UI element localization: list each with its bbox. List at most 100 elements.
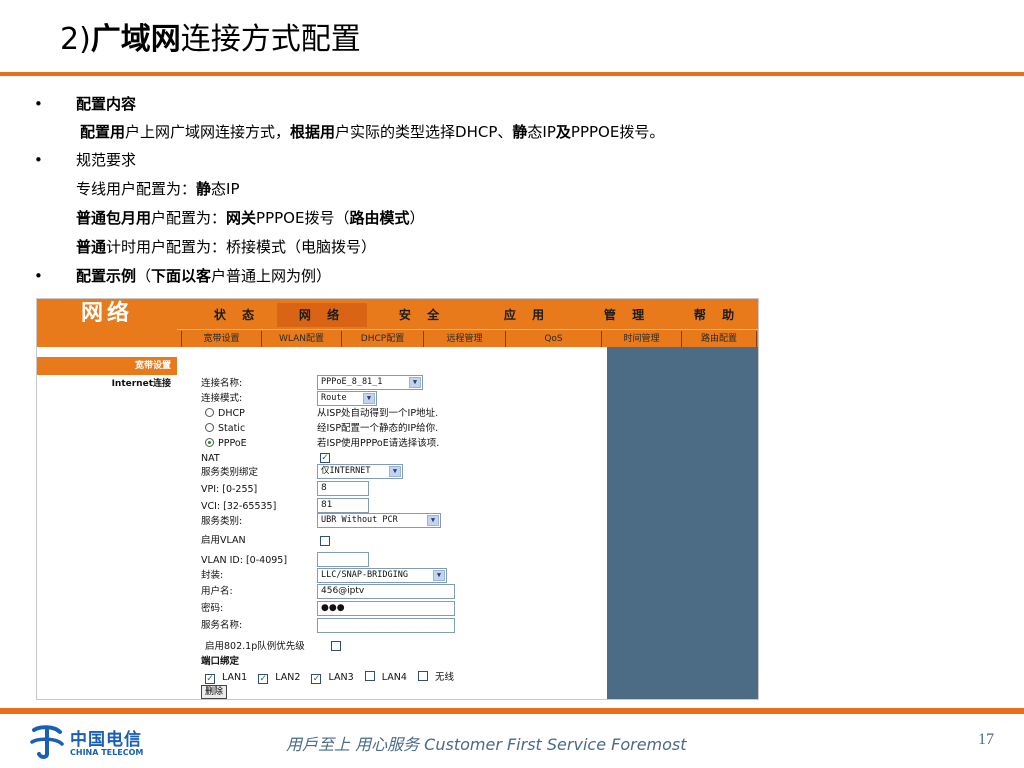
conn-name-label: 连接名称: bbox=[201, 378, 243, 389]
tab-management[interactable]: 管 理 bbox=[582, 303, 672, 327]
left-menu-internet[interactable]: Internet连接 bbox=[37, 377, 177, 391]
service-name-label: 服务名称: bbox=[201, 620, 243, 631]
lan1-label: LAN1 bbox=[222, 672, 248, 683]
tab-application[interactable]: 应 用 bbox=[482, 303, 572, 327]
subtab-wlan[interactable]: WLAN配置 bbox=[261, 331, 341, 347]
bullet-label-example: 配置示例（下面以客户普通上网为例） bbox=[76, 264, 331, 288]
select-value: UBR Without PCR bbox=[321, 515, 398, 525]
wireless-label: 无线 bbox=[434, 672, 454, 683]
static-option[interactable]: Static bbox=[205, 422, 245, 435]
chevron-down-icon: ▼ bbox=[433, 570, 445, 581]
text-bold: 网关 bbox=[226, 209, 257, 227]
pppoe-option[interactable]: PPPoE bbox=[205, 437, 247, 450]
requirement-line-1: 专线用户配置为：静态IP bbox=[76, 177, 240, 201]
service-type-label: 服务类别: bbox=[201, 516, 243, 527]
telecom-logo-icon bbox=[30, 725, 64, 759]
bullet-label-config-content: 配置内容 bbox=[76, 95, 137, 113]
text: 户实际的类型选择DHCP、 bbox=[335, 123, 513, 141]
mode-select[interactable]: Route ▼ bbox=[317, 391, 377, 406]
select-value: LLC/SNAP-BRIDGING bbox=[321, 570, 408, 580]
text: 计时用户配置为：桥接模式（电脑拨号） bbox=[106, 238, 377, 256]
vci-label: VCI: [32-65535] bbox=[201, 501, 277, 512]
tab-status[interactable]: 状 态 bbox=[197, 303, 277, 327]
conn-name-select[interactable]: PPPoE_8_81_1 ▼ bbox=[317, 375, 423, 390]
requirement-line-2: 普通包月用户配置为：网关PPPOE拨号（路由模式） bbox=[76, 206, 425, 230]
vpi-label: VPI: [0-255] bbox=[201, 484, 258, 495]
text-bold: 配置示例 bbox=[76, 267, 137, 285]
priority-checkbox[interactable] bbox=[331, 641, 341, 651]
tab-help[interactable]: 帮 助 bbox=[677, 303, 757, 327]
text: 态IP bbox=[527, 123, 556, 141]
tab-security[interactable]: 安 全 bbox=[382, 303, 462, 327]
bullet-dot: • bbox=[34, 151, 43, 169]
select-value: PPPoE_8_81_1 bbox=[321, 377, 383, 387]
vpi-input[interactable]: 8 bbox=[317, 481, 369, 496]
service-name-input[interactable] bbox=[317, 618, 455, 633]
china-telecom-logo: 中国电信 CHINA TELECOM bbox=[28, 724, 178, 764]
radio-icon[interactable] bbox=[205, 408, 214, 417]
router-subnav: 宽带设置 WLAN配置 DHCP配置 远程管理 QoS 时间管理 路由配置 bbox=[177, 329, 758, 347]
title-divider bbox=[0, 72, 1024, 76]
select-value: 仅INTERNET bbox=[321, 466, 371, 476]
service-bind-label: 服务类别绑定 bbox=[201, 467, 259, 478]
text: 户上网广域网连接方式， bbox=[125, 123, 291, 141]
delete-button[interactable]: 删除 bbox=[201, 685, 228, 699]
lan3-checkbox[interactable]: ✓ bbox=[311, 674, 322, 684]
router-screenshot: 网络 状 态 网 络 安 全 应 用 管 理 帮 助 宽带设置 WLAN配置 D… bbox=[36, 298, 759, 700]
tab-network[interactable]: 网 络 bbox=[277, 303, 367, 327]
password-input[interactable]: ●●● bbox=[317, 601, 455, 616]
encap-select[interactable]: LLC/SNAP-BRIDGING ▼ bbox=[317, 568, 447, 583]
nat-checkbox[interactable]: ✓ bbox=[320, 453, 330, 463]
lan2-label: LAN2 bbox=[275, 672, 301, 683]
subtab-dhcp[interactable]: DHCP配置 bbox=[341, 331, 423, 347]
vlan-id-label: VLAN ID: [0-4095] bbox=[201, 555, 288, 566]
subtab-remote[interactable]: 远程管理 bbox=[423, 331, 505, 347]
vlan-enable-label: 启用VLAN bbox=[201, 535, 246, 546]
vci-input[interactable]: 81 bbox=[317, 498, 369, 513]
bullet-dot: • bbox=[34, 267, 43, 285]
text: ） bbox=[409, 209, 425, 227]
vlan-enable-checkbox[interactable] bbox=[320, 536, 330, 546]
radio-icon[interactable] bbox=[205, 423, 214, 432]
logo-text-en: CHINA TELECOM bbox=[70, 748, 144, 757]
pppoe-desc: 若ISP使用PPPoE请选择该项. bbox=[317, 438, 440, 449]
page-number: 17 bbox=[978, 731, 994, 748]
footer-slogan: 用戶至上 用心服务 Customer First Service Foremos… bbox=[286, 735, 687, 754]
text-bold: 下面以客 bbox=[151, 267, 212, 285]
mode-label: 连接模式: bbox=[201, 393, 243, 404]
lan4-label: LAN4 bbox=[381, 672, 407, 683]
text-bold: 根据用 bbox=[290, 123, 336, 141]
username-input[interactable]: 456@iptv bbox=[317, 584, 455, 599]
lan4-checkbox[interactable] bbox=[364, 671, 375, 681]
option-label: DHCP bbox=[218, 408, 245, 419]
chevron-down-icon: ▼ bbox=[409, 377, 421, 388]
subtab-qos[interactable]: QoS bbox=[505, 331, 601, 347]
subtab-route[interactable]: 路由配置 bbox=[681, 331, 757, 347]
bullet-line-3: • 配置示例（下面以客户普通上网为例） bbox=[0, 264, 1024, 288]
wireless-checkbox[interactable] bbox=[417, 671, 428, 681]
dhcp-option[interactable]: DHCP bbox=[205, 407, 245, 420]
lan1-checkbox[interactable]: ✓ bbox=[205, 674, 215, 684]
slide-title: 2)广域网连接方式配置 bbox=[60, 22, 361, 58]
text-bold: 配置用 bbox=[80, 123, 126, 141]
text-bold: 普通包月用 bbox=[76, 209, 152, 227]
router-form: 连接名称: PPPoE_8_81_1 ▼ 连接模式: Route ▼ DHCP 从I… bbox=[177, 347, 607, 699]
router-left-menu: 宽带设置 Internet连接 bbox=[37, 347, 177, 699]
vlan-id-input[interactable] bbox=[317, 552, 369, 567]
text: PPPOE拨号（ bbox=[256, 209, 350, 227]
requirement-line-3: 普通计时用户配置为：桥接模式（电脑拨号） bbox=[76, 235, 376, 259]
bullet-dot: • bbox=[34, 95, 43, 113]
subtab-broadband[interactable]: 宽带设置 bbox=[181, 331, 261, 347]
port-bind-label: 端口绑定 bbox=[201, 656, 240, 667]
service-bind-select[interactable]: 仅INTERNET ▼ bbox=[317, 464, 403, 479]
radio-selected-icon[interactable] bbox=[205, 438, 214, 447]
left-menu-header[interactable]: 宽带设置 bbox=[37, 357, 177, 375]
logo-text-cn: 中国电信 bbox=[70, 730, 142, 750]
select-value: Route bbox=[321, 393, 347, 403]
subtab-time[interactable]: 时间管理 bbox=[601, 331, 681, 347]
text: PPPOE拨号。 bbox=[570, 123, 665, 141]
lan2-checkbox[interactable]: ✓ bbox=[258, 674, 269, 684]
option-label: PPPoE bbox=[218, 438, 247, 449]
text: 专线用户配置为： bbox=[76, 180, 197, 198]
service-type-select[interactable]: UBR Without PCR ▼ bbox=[317, 513, 441, 528]
